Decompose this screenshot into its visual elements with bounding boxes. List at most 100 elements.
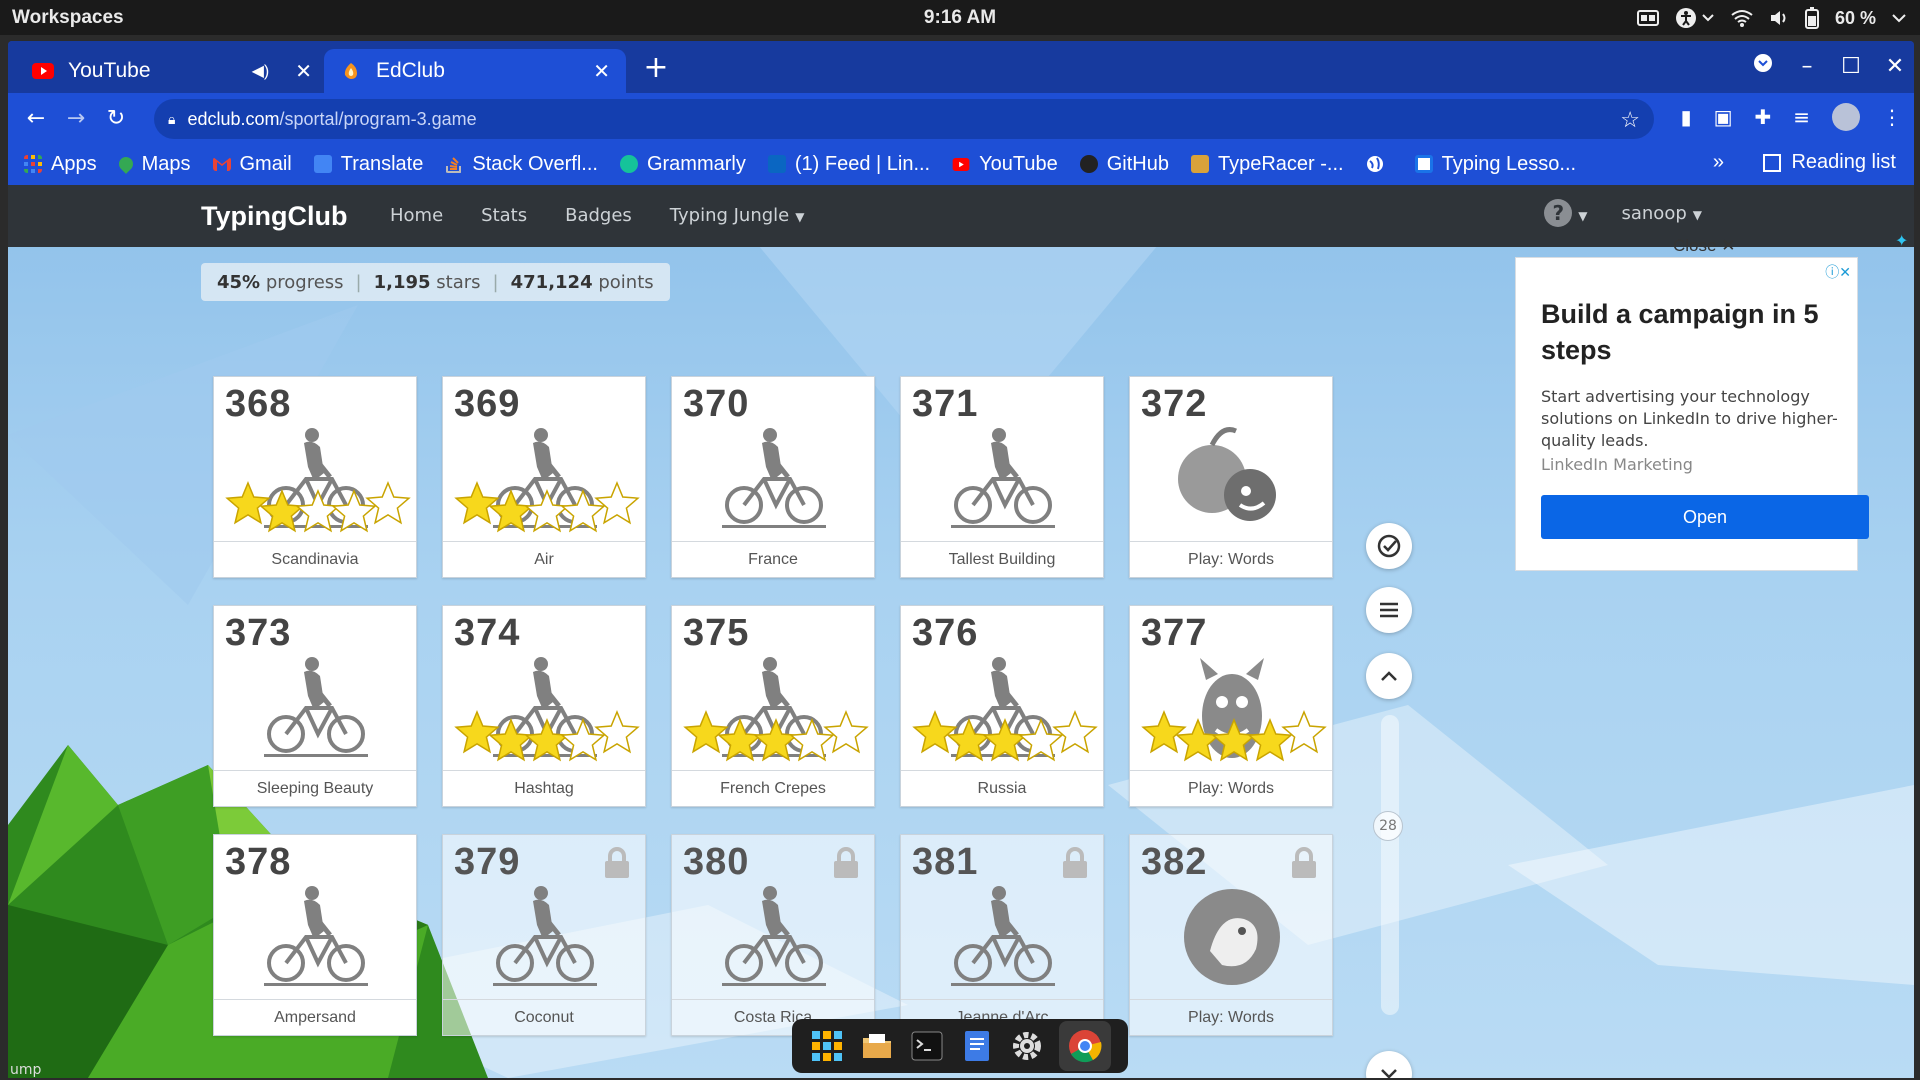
lesson-card-382[interactable]: 382 Play: Words [1129, 834, 1333, 1036]
list-view-button[interactable] [1366, 587, 1412, 633]
dock-text-editor[interactable] [959, 1028, 995, 1064]
bookmark-github[interactable]: GitHub [1079, 153, 1169, 176]
bookmark-youtube[interactable]: YouTube [952, 153, 1058, 176]
dock-app-grid[interactable] [809, 1028, 845, 1064]
close-window-icon[interactable]: ✕ [1884, 54, 1906, 79]
tab-title: YouTube [68, 59, 151, 82]
lock-icon[interactable]: 🔒︎ [168, 111, 175, 128]
bookmark-maps[interactable]: Maps [115, 153, 191, 176]
tab-strip: YouTube ◀︎) ✕ EdClub ✕ + – ☐ ✕ [8, 41, 1914, 93]
bookmark-apps[interactable]: Apps [24, 153, 97, 176]
bookmarks-overflow-button[interactable]: » [1713, 151, 1724, 174]
files-folder-icon [863, 1034, 891, 1058]
volume-icon[interactable] [1769, 9, 1789, 27]
bookmark-globe[interactable] [1366, 155, 1393, 173]
extension-mic-icon[interactable]: ▮ [1681, 105, 1692, 129]
bookmark-typing-lessons[interactable]: Typing Lesso... [1414, 153, 1576, 176]
star-icon [524, 718, 570, 762]
tab-edclub[interactable]: EdClub ✕ [324, 49, 626, 93]
lesson-card-368[interactable]: 368 Scandinavia [213, 376, 417, 578]
scroll-position-indicator[interactable]: 28 [1373, 811, 1403, 841]
bookmark-stackoverflow[interactable]: Stack Overfl... [445, 153, 598, 176]
browser-menu-icon[interactable]: ⋮ [1882, 105, 1902, 129]
minimize-icon[interactable]: – [1796, 54, 1818, 79]
page-content: TypingClub Home Stats Badges Typing Jung… [8, 185, 1914, 1078]
system-menu-chevron-icon[interactable] [1892, 13, 1906, 23]
lesson-card-370[interactable]: 370 France [671, 376, 875, 578]
nav-home[interactable]: Home [390, 205, 443, 226]
reading-list-button[interactable]: Reading list [1763, 151, 1896, 174]
dock-terminal[interactable] [909, 1028, 945, 1064]
lesson-title: French Crepes [672, 770, 874, 806]
new-tab-button[interactable]: + [638, 51, 674, 85]
keyboard-layout-icon[interactable] [1636, 10, 1659, 26]
reload-icon[interactable]: ↻ [96, 106, 136, 131]
wifi-icon[interactable] [1731, 9, 1753, 27]
bookmark-star-icon[interactable]: ☆ [1620, 107, 1640, 133]
extension-clipboard-icon[interactable]: ▣ [1714, 105, 1733, 129]
star-icon [1175, 718, 1221, 762]
scroll-up-button[interactable] [1366, 653, 1412, 699]
star-icon [982, 718, 1028, 762]
star-icon [823, 710, 869, 754]
lesson-title: Play: Words [1130, 999, 1332, 1035]
lesson-card-369[interactable]: 369 Air [442, 376, 646, 578]
profile-avatar[interactable] [1832, 103, 1860, 131]
user-menu[interactable]: sanoop ▼ [1621, 203, 1702, 224]
check-progress-button[interactable] [1366, 523, 1412, 569]
tab-audio-icon[interactable]: ◀︎) [252, 61, 270, 81]
adchoices-icon[interactable]: ⓘ✕ [1825, 262, 1851, 282]
bookmark-typeracer[interactable]: TypeRacer -... [1190, 153, 1344, 176]
lesson-card-378[interactable]: 378 Ampersand [213, 834, 417, 1036]
battery-icon[interactable] [1804, 7, 1819, 29]
chevron-up-icon [1381, 671, 1397, 681]
ad-close-label: Close [1673, 236, 1717, 255]
media-controls-icon[interactable]: ≡ [1793, 105, 1810, 129]
tab-close-icon[interactable]: ✕ [593, 59, 610, 84]
lesson-title: Air [443, 541, 645, 577]
lesson-card-377[interactable]: 377 Play: Words [1129, 605, 1333, 807]
maximize-icon[interactable]: ☐ [1840, 54, 1862, 79]
lesson-card-374[interactable]: 374 Hashtag [442, 605, 646, 807]
bookmark-gmail[interactable]: Gmail [212, 153, 292, 176]
tab-search-icon[interactable] [1752, 53, 1774, 79]
ad-open-button[interactable]: Open [1541, 495, 1869, 539]
accessibility-icon[interactable] [1675, 7, 1715, 29]
bookmark-linkedin[interactable]: (1) Feed | Lin... [767, 153, 930, 176]
dock-settings[interactable] [1009, 1028, 1045, 1064]
dock-chrome[interactable] [1059, 1021, 1111, 1071]
nav-typing-jungle[interactable]: Typing Jungle ▼ [670, 205, 805, 226]
bookmark-grammarly[interactable]: Grammarly [619, 153, 746, 176]
lesson-card-373[interactable]: 373 Sleeping Beauty [213, 605, 417, 807]
lesson-card-379[interactable]: 379 Coconut [442, 834, 646, 1036]
lock-icon [605, 847, 629, 878]
dock-files[interactable] [859, 1028, 895, 1064]
lesson-card-372[interactable]: 372 Play: Words [1129, 376, 1333, 578]
lesson-card-380[interactable]: 380 Costa Rica [671, 834, 875, 1036]
tab-youtube[interactable]: YouTube ◀︎) ✕ [16, 49, 328, 93]
help-menu[interactable]: ? ▼ [1544, 199, 1587, 227]
nav-badges[interactable]: Badges [565, 205, 632, 226]
os-clock[interactable]: 9:16 AM [0, 7, 1920, 29]
scroll-track[interactable] [1381, 715, 1399, 1015]
ad-close-button[interactable]: Close ✕ [1673, 236, 1735, 256]
star-icon [753, 718, 799, 762]
bookmark-translate[interactable]: Translate [313, 153, 423, 176]
forward-icon[interactable]: → [56, 106, 96, 131]
lesson-card-376[interactable]: 376 Russia [900, 605, 1104, 807]
lesson-card-381[interactable]: 381 Jeanne d'Arc [900, 834, 1104, 1036]
nav-stats[interactable]: Stats [481, 205, 527, 226]
address-bar[interactable]: 🔒︎ edclub.com/sportal/program-3.game ☆ [154, 99, 1654, 139]
lesson-card-375[interactable]: 375 French Crepes [671, 605, 875, 807]
browser-toolbar: ← → ↻ 🔒︎ edclub.com/sportal/program-3.ga… [8, 93, 1914, 143]
ad-title[interactable]: Build a campaign in 5 steps [1541, 296, 1841, 368]
extensions-puzzle-icon[interactable]: ✚ [1754, 105, 1771, 129]
back-icon[interactable]: ← [16, 106, 56, 131]
progress-points: 471,124 points [511, 272, 654, 293]
tab-close-icon[interactable]: ✕ [295, 59, 312, 84]
cyclist-icon [493, 886, 597, 986]
github-icon [1079, 155, 1098, 173]
cyclist-icon [722, 428, 826, 528]
lesson-card-371[interactable]: 371 Tallest Building [900, 376, 1104, 578]
typingclub-logo[interactable]: TypingClub [201, 201, 347, 232]
